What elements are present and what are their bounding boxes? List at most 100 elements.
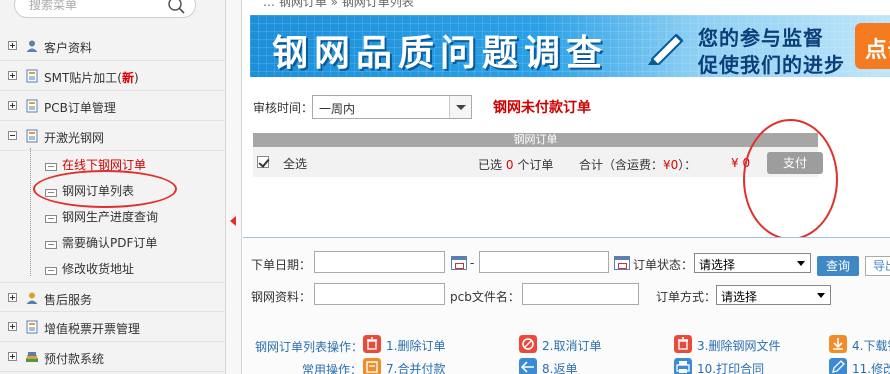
sidebar-item-label: 开激光钢网 — [44, 131, 105, 145]
review-time-select[interactable]: 一周内 — [312, 95, 472, 119]
action-label: 11.修改 — [852, 362, 890, 374]
sidebar-item-vat-invoice[interactable]: 增值税票开票管理 — [0, 312, 226, 342]
expand-icon[interactable] — [8, 101, 17, 110]
total-amount-value: ¥ 0 — [731, 156, 751, 170]
banner-click-button[interactable]: 点击 — [855, 23, 890, 69]
order-summary-row: 全选 已选 0 个订单 合计（含运费：¥0）： ¥ 0 支付 — [253, 147, 823, 177]
page-icon — [45, 189, 57, 197]
order-status-value: 请选择 — [699, 258, 736, 272]
sidebar-subitem-production-progress[interactable]: 钢网生产进度查询 — [0, 202, 226, 228]
sidebar-item-label: PCB订单管理 — [44, 101, 116, 115]
action-label: 2.取消订单 — [542, 339, 602, 353]
cancel-icon — [519, 335, 537, 353]
sidebar-subitem-pdf-confirm[interactable]: 需要确认PDF订单 — [0, 228, 226, 254]
survey-banner[interactable]: 钢网品质问题调查 您的参与监督 促使我们的进步 点击 — [250, 15, 890, 77]
sidebar-item-prepayment[interactable]: 预付款系统 — [0, 342, 226, 372]
sidebar-subitem-edit-address[interactable]: 修改收货地址 — [0, 254, 226, 280]
collapse-arrow-icon[interactable] — [230, 216, 236, 226]
banner-subtitle: 您的参与监督 — [698, 26, 824, 50]
date-range-dash: - — [470, 256, 475, 270]
action-label: 4.下载钢 — [852, 339, 890, 353]
action-label: 10.打印合同 — [697, 362, 765, 374]
order-status-label: 订单状态： — [633, 258, 694, 272]
order-date-label: 下单日期： — [251, 258, 312, 272]
return-icon — [519, 358, 537, 374]
order-method-label: 订单方式： — [656, 290, 717, 304]
document-icon — [26, 99, 38, 113]
sidebar: 客户资料 SMT贴片加工(新) PCB订单管理 开激光钢网 — [0, 0, 226, 374]
user-icon — [26, 40, 38, 52]
page-icon — [45, 215, 57, 223]
menu-search-box[interactable] — [14, 0, 196, 18]
banner-title: 钢网品质问题调查 — [272, 33, 609, 74]
page-icon — [45, 163, 57, 171]
document-icon — [26, 69, 38, 83]
expand-icon[interactable] — [8, 352, 17, 361]
sidebar-item-label: 增值税票开票管理 — [44, 322, 141, 336]
sidebar-subitem-label: 钢网订单列表 — [62, 184, 135, 198]
order-method-select[interactable]: 请选择 — [716, 285, 831, 305]
calendar-icon[interactable] — [451, 256, 467, 270]
sidebar-item-smt[interactable]: SMT贴片加工(新) — [0, 61, 226, 91]
list-operations-label: 钢网订单列表操作： — [255, 340, 364, 354]
order-method-value: 请选择 — [721, 290, 758, 304]
sidebar-collapse-strip[interactable] — [226, 0, 242, 374]
review-time-value: 一周内 — [319, 102, 356, 116]
search-icon[interactable] — [167, 0, 185, 14]
download-icon — [829, 335, 847, 353]
collapse-icon[interactable] — [8, 131, 17, 140]
stack-icon — [26, 352, 38, 362]
trash-icon — [674, 335, 692, 353]
breadcrumb: … 钢网订单 » 钢网订单列表 — [263, 0, 414, 9]
order-status-select[interactable]: 请选择 — [694, 253, 811, 273]
action-label: 3.删除钢网文件 — [697, 339, 781, 353]
page-icon — [45, 241, 57, 249]
main-content: … 钢网订单 » 钢网订单列表 钢网品质问题调查 您的参与监督 促使我们的进步 … — [243, 0, 890, 374]
unpaid-orders-title: 钢网未付款订单 — [493, 100, 591, 116]
pcb-file-input[interactable] — [522, 283, 639, 305]
selected-count: 已选 0 个订单 — [478, 158, 554, 172]
order-date-from-input[interactable] — [314, 251, 445, 273]
select-all-checkbox[interactable] — [257, 156, 269, 168]
sidebar-subitem-label: 钢网生产进度查询 — [62, 210, 159, 224]
menu-search-input[interactable] — [29, 0, 159, 13]
review-time-label: 审核时间： — [253, 101, 314, 115]
order-date-to-input[interactable] — [479, 251, 609, 273]
sidebar-subitem-stencil-order-list[interactable]: 钢网订单列表 — [0, 176, 226, 202]
sidebar-subitem-label: 修改收货地址 — [62, 262, 135, 276]
export-button[interactable]: 导出 — [865, 256, 890, 276]
select-all-label[interactable]: 全选 — [283, 155, 307, 172]
sidebar-item-pcb-orders[interactable]: PCB订单管理 — [0, 91, 226, 121]
sidebar-subitem-label: 在线下钢网订单 — [62, 158, 147, 172]
order-table-header: 钢网订单 — [253, 133, 818, 147]
common-operations-label: 常用操作： — [302, 363, 363, 374]
user-icon — [26, 292, 38, 304]
action-label: 7.合并付款 — [386, 362, 446, 374]
trash-icon — [363, 335, 381, 353]
expand-icon[interactable] — [8, 41, 17, 50]
print-icon — [674, 358, 692, 374]
pay-button[interactable]: 支付 — [767, 152, 823, 174]
edit-icon — [829, 358, 847, 374]
expand-icon[interactable] — [8, 322, 17, 331]
pencil-icon — [648, 33, 684, 65]
pcb-file-label: pcb文件名： — [450, 290, 520, 304]
sidebar-item-laser-stencil[interactable]: 开激光钢网 — [0, 121, 226, 151]
total-amount-label: 合计（含运费：¥0）： — [579, 158, 697, 172]
page-icon — [45, 267, 57, 275]
sidebar-item-label: 客户资料 — [44, 41, 93, 55]
sidebar-item-after-sales[interactable]: 售后服务 — [0, 282, 226, 312]
calendar-icon[interactable] — [614, 256, 630, 270]
stencil-info-input[interactable] — [314, 283, 445, 305]
expand-icon[interactable] — [8, 293, 17, 302]
expand-icon[interactable] — [8, 71, 17, 80]
sidebar-item-customer-info[interactable]: 客户资料 — [0, 31, 226, 61]
chevron-down-icon[interactable] — [449, 96, 471, 118]
sidebar-subitem-place-stencil-order[interactable]: 在线下钢网订单 — [0, 150, 226, 176]
stencil-info-label: 钢网资料： — [251, 290, 312, 304]
document-icon — [26, 320, 38, 334]
sidebar-item-label: SMT贴片加工(新) — [44, 71, 139, 85]
query-button[interactable]: 查询 — [817, 256, 859, 276]
sidebar-subitem-label: 需要确认PDF订单 — [62, 236, 158, 250]
sidebar-item-label: 售后服务 — [44, 293, 93, 307]
